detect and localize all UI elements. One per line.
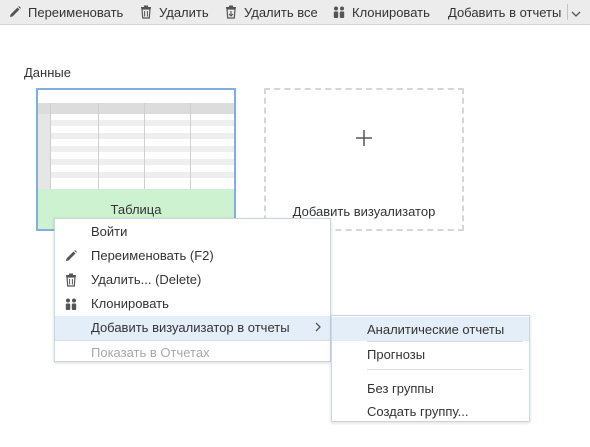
chevron-down-icon — [571, 11, 581, 17]
context-menu: Войти Переименовать (F2) Удалить... (Del… — [54, 218, 331, 362]
delete-all-button[interactable]: Удалить все — [224, 0, 318, 24]
pencil-icon — [63, 248, 79, 264]
delete-all-label: Удалить все — [244, 4, 318, 20]
chevron-right-icon — [315, 322, 321, 332]
delete-button[interactable]: Удалить — [139, 0, 209, 24]
menu-item-show-in-reports: Показать в Отчетах — [55, 341, 330, 365]
menu-item-delete[interactable]: Удалить... (Delete) — [55, 268, 330, 292]
trash-icon — [63, 272, 79, 288]
delete-label: Удалить — [159, 4, 209, 20]
submenu-item-no-group[interactable]: Без группы — [332, 376, 529, 400]
trash-icon — [141, 5, 151, 19]
clone-icon — [63, 296, 79, 312]
card-label: Таблица — [110, 201, 162, 217]
submenu-item-label: Создать группу... — [367, 404, 469, 419]
add-to-reports-label: Добавить в отчеты — [448, 4, 562, 20]
add-to-reports-button[interactable]: Добавить в отчеты — [448, 0, 561, 24]
submenu: Аналитические отчеты Прогнозы Без группы… — [331, 315, 530, 422]
section-title: Данные — [24, 65, 71, 80]
menu-item-add-to-reports[interactable]: Добавить визуализатор в отчеты — [55, 316, 330, 340]
submenu-item-label: Без группы — [367, 381, 434, 396]
rename-label: Переименовать — [28, 4, 124, 20]
table-preview-thumbnail — [38, 90, 234, 189]
menu-item-label: Удалить... (Delete) — [91, 272, 202, 287]
menu-item-rename[interactable]: Переименовать (F2) — [55, 244, 330, 268]
clone-button[interactable]: Клонировать — [332, 0, 430, 24]
rename-button[interactable]: Переименовать — [8, 0, 123, 24]
pencil-icon — [10, 6, 21, 17]
add-visualizer-label: Добавить визуализатор — [292, 204, 436, 219]
menu-item-enter[interactable]: Войти — [55, 220, 330, 244]
menu-item-clone[interactable]: Клонировать — [55, 292, 330, 316]
menu-item-label: Войти — [91, 224, 128, 239]
plus-icon — [356, 130, 372, 146]
add-visualizer-card[interactable]: Добавить визуализатор — [264, 88, 464, 231]
submenu-item-create-group[interactable]: Создать группу... — [332, 399, 529, 423]
toolbar-divider — [567, 4, 568, 20]
submenu-item-label: Аналитические отчеты — [367, 322, 505, 337]
menu-item-label: Показать в Отчетах — [91, 345, 210, 360]
menu-item-label: Добавить визуализатор в отчеты — [91, 320, 290, 335]
clone-icon — [333, 6, 345, 18]
clone-label: Клонировать — [352, 4, 430, 20]
menu-item-label: Переименовать (F2) — [91, 248, 214, 263]
submenu-item-analytical-reports[interactable]: Аналитические отчеты — [332, 317, 529, 341]
submenu-divider — [367, 369, 523, 370]
toolbar: Переименовать Удалить Удалить все Клонир… — [0, 0, 590, 25]
submenu-item-label: Прогнозы — [367, 347, 426, 362]
submenu-item-forecasts[interactable]: Прогнозы — [332, 342, 529, 366]
table-visualizer-card[interactable]: Таблица — [36, 88, 236, 231]
toolbar-dropdown-button[interactable] — [571, 7, 581, 22]
menu-item-label: Клонировать — [91, 296, 169, 311]
trash-all-icon — [226, 5, 236, 19]
